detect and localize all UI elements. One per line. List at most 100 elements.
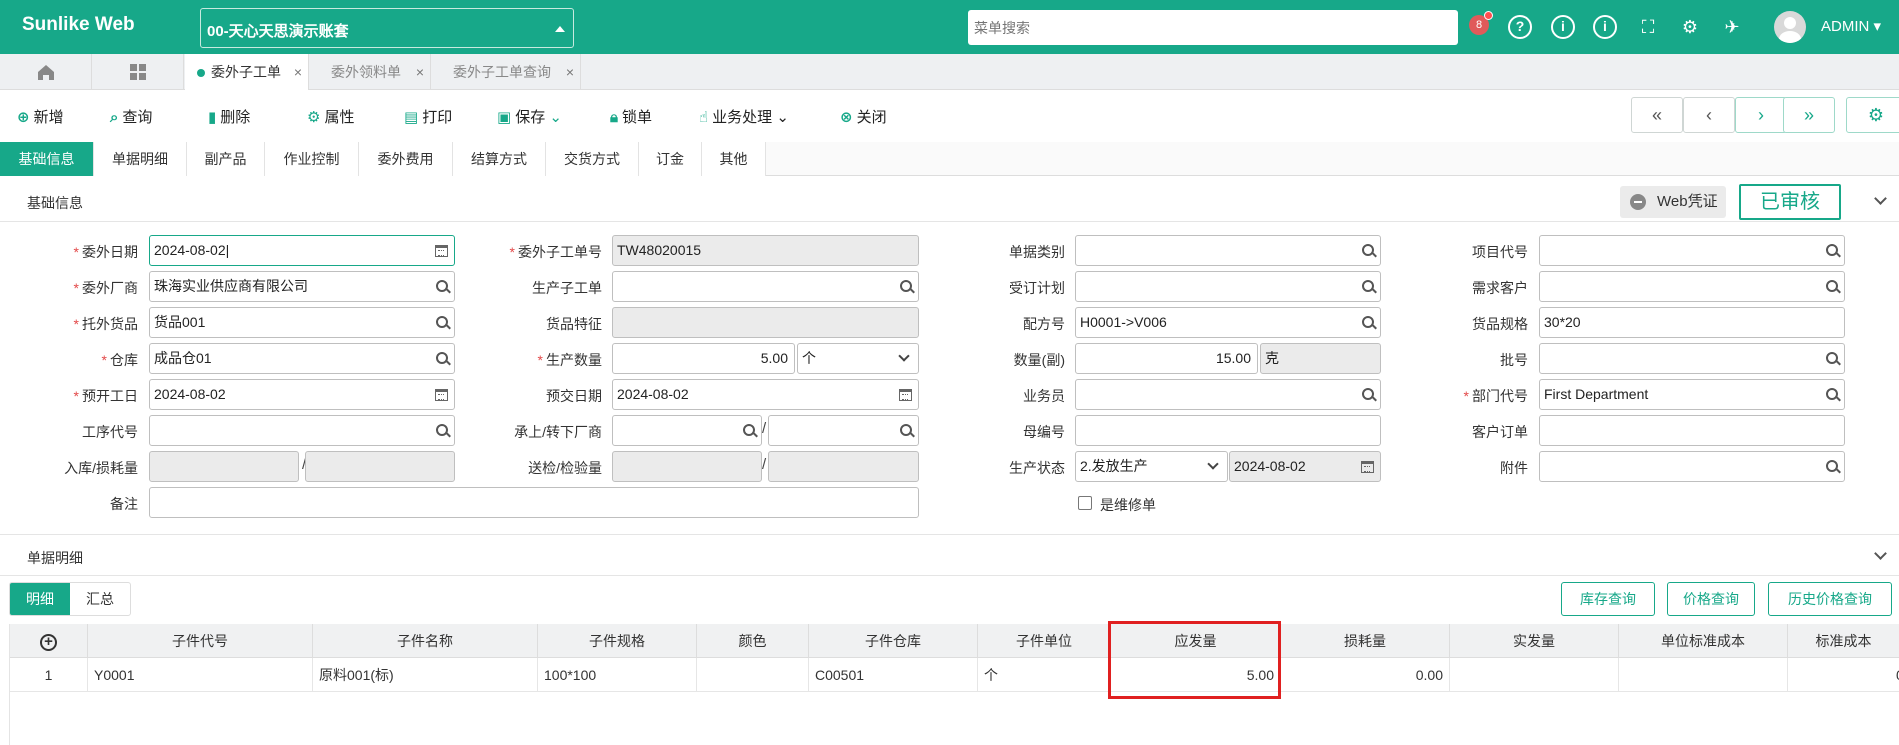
search-icon[interactable] bbox=[1826, 280, 1838, 292]
prod-status-select[interactable]: 2.发放生产 bbox=[1075, 451, 1228, 482]
column-header[interactable]: 单位标准成本 bbox=[1619, 624, 1788, 658]
formula-field[interactable]: H0001->V006 bbox=[1075, 307, 1381, 338]
tab-deposit[interactable]: 订金 bbox=[639, 142, 702, 176]
broom-icon[interactable]: ✈ bbox=[1720, 15, 1744, 39]
page-tab-sub-order[interactable]: 委外子工单 × bbox=[185, 54, 309, 90]
stock-query-button[interactable]: 库存查询 bbox=[1561, 582, 1655, 616]
column-header[interactable]: 损耗量 bbox=[1281, 624, 1450, 658]
fullscreen-icon[interactable]: ⛶ bbox=[1636, 15, 1660, 39]
gear-icon[interactable]: ⚙ bbox=[1678, 15, 1702, 39]
quantity-secondary-field[interactable]: 15.00 bbox=[1075, 343, 1258, 374]
home-tab[interactable] bbox=[0, 54, 92, 90]
column-header[interactable]: 子件仓库 bbox=[809, 624, 978, 658]
delivery-date-field[interactable]: 2024-08-02 bbox=[612, 379, 919, 410]
vendor-field[interactable]: 珠海实业供应商有限公司 bbox=[149, 271, 455, 302]
doc-type-field[interactable] bbox=[1075, 235, 1381, 266]
tab-other[interactable]: 其他 bbox=[702, 142, 766, 176]
department-field[interactable]: First Department bbox=[1539, 379, 1845, 410]
query-button[interactable]: ⌕ 查询 bbox=[110, 106, 152, 127]
tab-settlement[interactable]: 结算方式 bbox=[453, 142, 546, 176]
apps-tab[interactable] bbox=[92, 54, 184, 90]
lower-vendor-field[interactable] bbox=[768, 415, 919, 446]
prev-record-button[interactable]: ‹ bbox=[1683, 97, 1735, 133]
tab-job-control[interactable]: 作业控制 bbox=[265, 142, 359, 176]
price-query-button[interactable]: 价格查询 bbox=[1667, 582, 1755, 616]
search-icon[interactable] bbox=[1826, 460, 1838, 472]
lock-button[interactable]: 🔒︎ 锁单 bbox=[610, 106, 652, 127]
tab-delivery[interactable]: 交货方式 bbox=[546, 142, 639, 176]
table-cell[interactable]: C00501 bbox=[809, 658, 978, 692]
page-tab-query[interactable]: 委外子工单查询 × bbox=[431, 54, 581, 90]
search-icon[interactable] bbox=[436, 280, 448, 292]
table-cell[interactable]: 100*100 bbox=[538, 658, 697, 692]
search-icon[interactable] bbox=[1362, 244, 1374, 256]
table-cell[interactable]: 0.0 bbox=[1788, 658, 1899, 692]
last-record-button[interactable]: » bbox=[1783, 97, 1835, 133]
mother-no-field[interactable] bbox=[1075, 415, 1381, 446]
column-header[interactable]: 子件单位 bbox=[978, 624, 1111, 658]
calendar-icon[interactable] bbox=[435, 389, 448, 401]
search-icon[interactable] bbox=[1362, 316, 1374, 328]
search-icon[interactable] bbox=[1826, 388, 1838, 400]
search-icon[interactable] bbox=[1362, 388, 1374, 400]
next-record-button[interactable]: › bbox=[1735, 97, 1787, 133]
calendar-icon[interactable] bbox=[435, 245, 448, 257]
goods-spec-field[interactable]: 30*20 bbox=[1539, 307, 1845, 338]
search-icon[interactable] bbox=[1826, 352, 1838, 364]
project-field[interactable] bbox=[1539, 235, 1845, 266]
tab-detail[interactable]: 单据明细 bbox=[94, 142, 187, 176]
table-cell[interactable] bbox=[1619, 658, 1788, 692]
column-header[interactable]: 子件名称 bbox=[313, 624, 538, 658]
start-date-field[interactable]: 2024-08-02 bbox=[149, 379, 455, 410]
close-button[interactable]: ⊗ 关闭 bbox=[840, 106, 887, 127]
help-icon[interactable]: ? bbox=[1508, 15, 1532, 39]
close-icon[interactable]: × bbox=[566, 54, 574, 90]
tab-basic-info[interactable]: 基础信息 bbox=[0, 142, 94, 176]
column-header[interactable]: 实发量 bbox=[1450, 624, 1619, 658]
web-voucher-button[interactable]: Web凭证 bbox=[1620, 186, 1726, 218]
search-icon[interactable] bbox=[900, 424, 912, 436]
table-cell[interactable]: 原料001(标) bbox=[313, 658, 538, 692]
customer-order-field[interactable] bbox=[1539, 415, 1845, 446]
tab-detail-list[interactable]: 明细 bbox=[10, 583, 70, 615]
repair-checkbox[interactable] bbox=[1078, 496, 1092, 510]
user-menu[interactable]: ADMIN ▾ bbox=[1821, 17, 1881, 35]
tab-outsource-fee[interactable]: 委外费用 bbox=[359, 142, 453, 176]
about-icon[interactable]: i bbox=[1593, 15, 1617, 39]
outsource-date-field[interactable]: 2024-08-02| bbox=[149, 235, 455, 266]
save-button[interactable]: ▣ 保存 ⌄ bbox=[497, 106, 562, 127]
goods-field[interactable]: 货品001 bbox=[149, 307, 455, 338]
search-icon[interactable] bbox=[436, 316, 448, 328]
chevron-down-icon[interactable] bbox=[1874, 192, 1887, 205]
search-icon[interactable] bbox=[436, 352, 448, 364]
table-cell[interactable]: Y0001 bbox=[88, 658, 313, 692]
account-selector[interactable]: 00-天心天思演示账套 bbox=[200, 8, 574, 48]
search-icon[interactable] bbox=[1826, 244, 1838, 256]
delete-button[interactable]: ▮ 删除 bbox=[208, 106, 250, 127]
new-button[interactable]: ⊕ 新增 bbox=[17, 106, 64, 127]
column-header[interactable]: 标准成本 bbox=[1788, 624, 1899, 658]
demand-customer-field[interactable] bbox=[1539, 271, 1845, 302]
history-price-button[interactable]: 历史价格查询 bbox=[1768, 582, 1892, 616]
search-icon[interactable] bbox=[1362, 280, 1374, 292]
add-row-button[interactable]: + bbox=[10, 624, 88, 658]
menu-search-input[interactable] bbox=[968, 10, 1458, 45]
table-cell[interactable] bbox=[697, 658, 809, 692]
batch-field[interactable] bbox=[1539, 343, 1845, 374]
print-button[interactable]: ▤ 打印 bbox=[404, 106, 452, 127]
properties-button[interactable]: ⚙ 属性 bbox=[307, 106, 354, 127]
quantity-field[interactable]: 5.00 bbox=[612, 343, 795, 374]
upper-vendor-field[interactable] bbox=[612, 415, 762, 446]
column-header[interactable]: 颜色 bbox=[697, 624, 809, 658]
info-icon[interactable]: i bbox=[1551, 15, 1575, 39]
prod-sub-order-field[interactable] bbox=[612, 271, 919, 302]
business-button[interactable]: ☝ 业务处理 ⌄ bbox=[699, 106, 789, 127]
warehouse-field[interactable]: 成品仓01 bbox=[149, 343, 455, 374]
order-plan-field[interactable] bbox=[1075, 271, 1381, 302]
tab-summary[interactable]: 汇总 bbox=[70, 583, 130, 615]
tab-byproduct[interactable]: 副产品 bbox=[187, 142, 265, 176]
chevron-down-icon[interactable] bbox=[1874, 547, 1887, 560]
quantity-unit-select[interactable]: 个 bbox=[797, 343, 919, 374]
salesman-field[interactable] bbox=[1075, 379, 1381, 410]
page-tab-material[interactable]: 委外领料单 × bbox=[309, 54, 431, 90]
